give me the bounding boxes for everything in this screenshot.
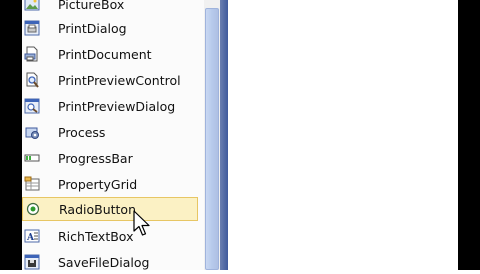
form-designer-surface[interactable]: [228, 0, 458, 270]
toolbox-item-propertygrid[interactable]: PropertyGrid: [22, 172, 198, 196]
richtextbox-icon: A: [24, 228, 40, 244]
process-icon: [24, 124, 40, 140]
toolbox-item-label: Process: [58, 124, 106, 140]
toolbox-item-label: PrintDialog: [58, 20, 127, 36]
toolbox-item-label: PictureBox: [58, 0, 125, 12]
progressbar-icon: [24, 150, 40, 166]
toolbox-item-label: RadioButton: [59, 201, 136, 217]
toolbox-panel: PictureBox PrintDialog PrintDocument Pri…: [22, 0, 204, 270]
toolbox-item-printpreviewdialog[interactable]: PrintPreviewDialog: [22, 94, 198, 118]
toolbox-item-progressbar[interactable]: ProgressBar: [22, 146, 198, 170]
toolbox-item-richtextbox[interactable]: A RichTextBox: [22, 224, 198, 248]
toolbox-item-label: PrintPreviewControl: [58, 72, 181, 88]
left-black-bar: [0, 0, 22, 270]
toolbox-item-picturebox[interactable]: PictureBox: [22, 0, 198, 16]
toolbox-item-radiobutton[interactable]: RadioButton: [22, 197, 198, 221]
printdocument-icon: [24, 46, 40, 62]
svg-text:A: A: [26, 233, 35, 243]
mouse-pointer-icon: [133, 210, 150, 236]
savefiledialog-icon: [24, 254, 40, 270]
scrollbar-thumb[interactable]: [205, 8, 219, 270]
printdialog-icon: [24, 20, 40, 36]
radiobutton-icon: [25, 201, 41, 217]
toolbox-item-label: ProgressBar: [58, 150, 133, 166]
toolbox-item-process[interactable]: Process: [22, 120, 198, 144]
printpreviewcontrol-icon: [24, 72, 40, 88]
printpreviewdialog-icon: [24, 98, 40, 114]
toolbox-item-label: PropertyGrid: [58, 176, 138, 192]
right-black-bar: [458, 0, 480, 270]
toolbox-item-printdialog[interactable]: PrintDialog: [22, 16, 198, 40]
propertygrid-icon: [24, 176, 40, 192]
window-frame-border: [220, 0, 228, 270]
toolbox-item-printpreviewcontrol[interactable]: PrintPreviewControl: [22, 68, 198, 92]
toolbox-scrollbar[interactable]: [204, 0, 220, 270]
toolbox-item-printdocument[interactable]: PrintDocument: [22, 42, 198, 66]
toolbox-item-label: PrintDocument: [58, 46, 152, 62]
toolbox-item-label: RichTextBox: [58, 228, 134, 244]
toolbox-item-label: PrintPreviewDialog: [58, 98, 176, 114]
picturebox-icon: [24, 0, 40, 12]
toolbox-item-label: SaveFileDialog: [58, 254, 150, 270]
toolbox-item-savefiledialog[interactable]: SaveFileDialog: [22, 250, 198, 274]
